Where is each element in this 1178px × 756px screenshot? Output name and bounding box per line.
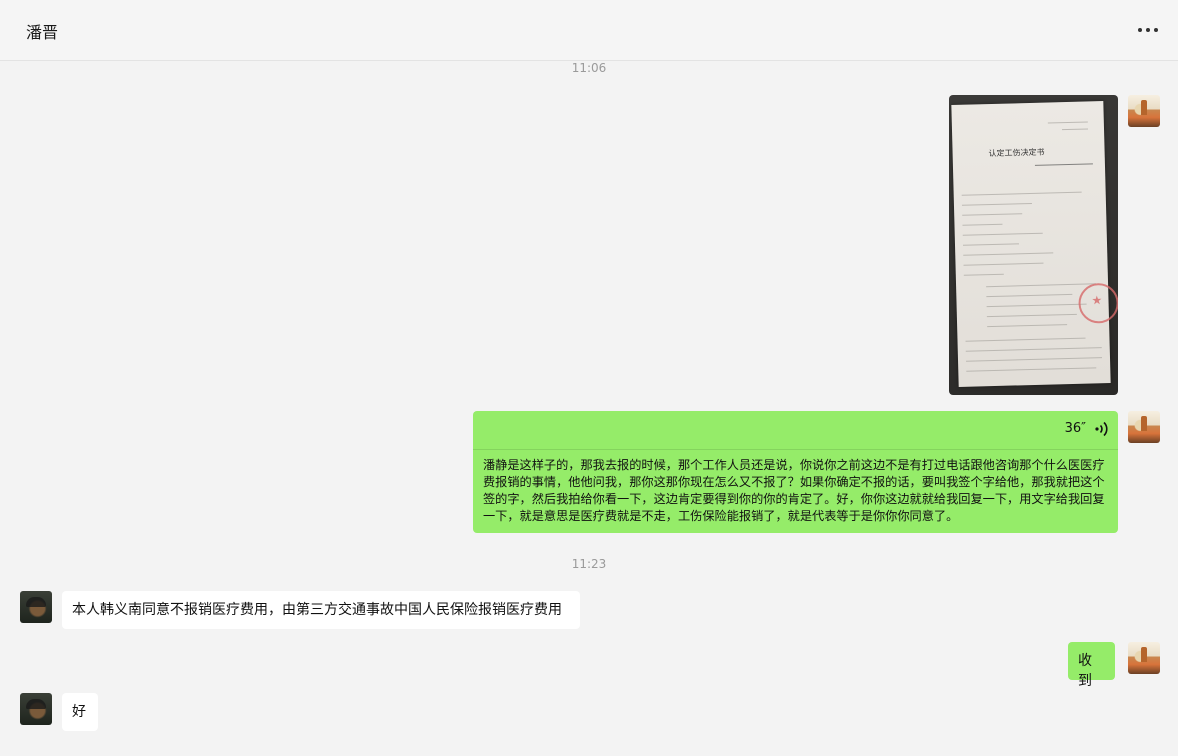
chat-header: 潘晋 — [0, 0, 1178, 61]
image-message[interactable]: 认定工伤决定书 — [949, 95, 1118, 395]
incoming-message-bubble[interactable]: 好 — [62, 693, 98, 731]
chat-title: 潘晋 — [26, 23, 59, 42]
document-title: 认定工伤决定书 — [988, 147, 1045, 159]
outgoing-message-bubble[interactable]: 收到 — [1068, 642, 1115, 689]
contact-avatar[interactable] — [20, 591, 52, 623]
voice-duration: 36″ — [1064, 421, 1086, 436]
my-avatar[interactable] — [1128, 642, 1160, 674]
timestamp: 11:06 — [571, 61, 607, 75]
voice-divider — [473, 449, 1118, 450]
contact-avatar[interactable] — [20, 693, 52, 725]
my-avatar[interactable] — [1128, 95, 1160, 127]
more-horizontal-icon[interactable] — [1138, 22, 1158, 38]
timestamp: 11:23 — [571, 557, 607, 571]
voice-wave-icon — [1095, 421, 1108, 437]
voice-message[interactable]: 36″ 潘静是这样子的，那我去报的时候，那个工作人员还是说，你说你之前这边不是有… — [473, 411, 1118, 533]
document-photo: 认定工伤决定书 — [951, 101, 1118, 387]
red-seal-icon — [1078, 282, 1118, 324]
my-avatar[interactable] — [1128, 411, 1160, 443]
incoming-message-bubble[interactable]: 本人韩义南同意不报销医疗费用，由第三方交通事故中国人民保险报销医疗费用 — [62, 591, 580, 629]
voice-transcript: 潘静是这样子的，那我去报的时候，那个工作人员还是说，你说你之前这边不是有打过电话… — [483, 458, 1105, 523]
